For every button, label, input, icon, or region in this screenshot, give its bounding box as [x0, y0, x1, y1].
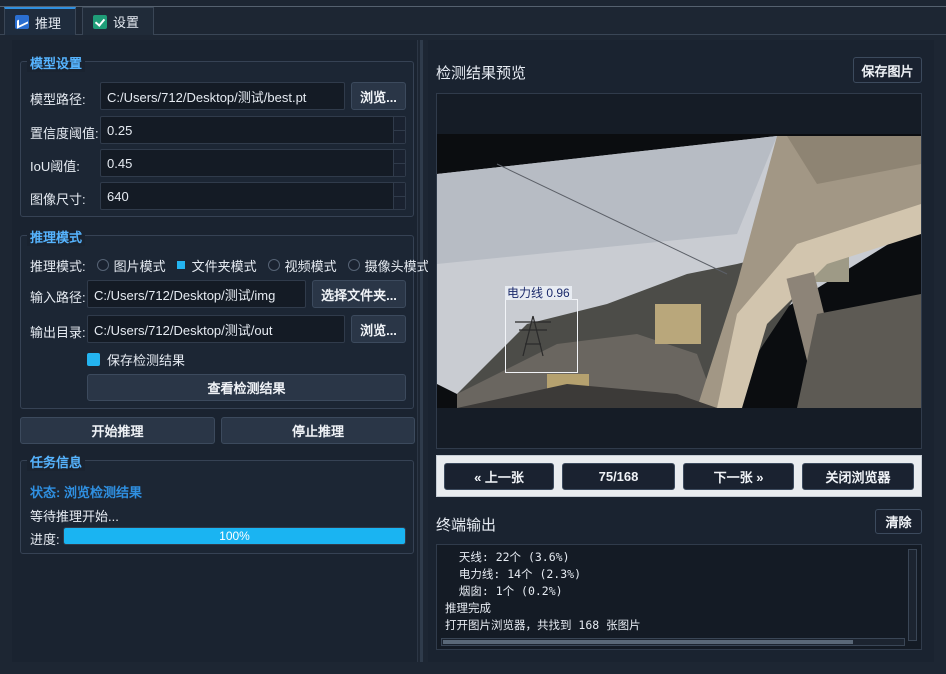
- preview-image: [437, 134, 921, 408]
- save-results-checkbox[interactable]: [87, 352, 100, 366]
- model-browse-button[interactable]: 浏览...: [351, 82, 406, 110]
- imgsz-label: 图像尺寸:: [30, 192, 86, 207]
- clear-terminal-button[interactable]: 清除: [875, 509, 922, 534]
- radio-camera-mode-label[interactable]: 摄像头模式: [365, 256, 430, 275]
- detection-label: 电力线 0.96: [505, 286, 572, 300]
- terminal-vertical-scrollbar[interactable]: [908, 549, 917, 641]
- checkbox-icon: [93, 14, 107, 29]
- radio-folder-mode[interactable]: [176, 261, 185, 269]
- imgsz-spin-arrows[interactable]: [393, 183, 406, 209]
- conf-label: 置信度阈值:: [30, 126, 99, 141]
- output-dir-field[interactable]: C:/Users/712/Desktop/测试/out: [87, 315, 345, 343]
- detection-box: [505, 299, 578, 373]
- task-info-title: 任务信息: [27, 452, 86, 471]
- status-text: 状态: 浏览检测结果: [30, 485, 142, 500]
- next-image-button[interactable]: 下一张 »: [683, 463, 794, 490]
- input-path-value: C:/Users/712/Desktop/测试/img: [94, 287, 276, 303]
- terminal-horizontal-scrollbar[interactable]: [441, 638, 905, 646]
- progress-label: 进度:: [30, 532, 60, 547]
- iou-value: 0.45: [107, 155, 133, 171]
- output-dir-value: C:/Users/712/Desktop/测试/out: [94, 322, 273, 338]
- save-results-label[interactable]: 保存检测结果: [107, 350, 185, 369]
- radio-camera-mode[interactable]: [347, 259, 360, 271]
- stop-inference-button[interactable]: 停止推理: [221, 417, 415, 444]
- conf-value: 0.25: [107, 122, 133, 138]
- terminal-line: 天线: 22个 (3.6%): [445, 550, 570, 564]
- image-counter: 75/168: [562, 463, 675, 490]
- model-settings-title: 模型设置: [27, 53, 86, 72]
- terminal-title: 终端输出: [436, 517, 497, 534]
- view-results-button[interactable]: 查看检测结果: [87, 374, 406, 401]
- detection-preview: 电力线 0.96: [436, 93, 922, 449]
- scrollbar-thumb[interactable]: [443, 640, 853, 644]
- tab-bar: 推理 设置: [0, 0, 946, 35]
- tab-inference-label: 推理: [35, 15, 62, 31]
- radio-video-mode-label[interactable]: 视频模式: [285, 256, 337, 275]
- input-path-label: 输入路径:: [30, 290, 86, 305]
- iou-spin-arrows[interactable]: [393, 150, 406, 176]
- input-path-field[interactable]: C:/Users/712/Desktop/测试/img: [87, 280, 306, 308]
- preview-title: 检测结果预览: [436, 65, 527, 82]
- iou-spinbox[interactable]: 0.45: [100, 149, 406, 177]
- terminal-line: 打开图片浏览器，共找到 168 张图片: [445, 618, 641, 632]
- model-path-input[interactable]: C:/Users/712/Desktop/测试/best.pt: [100, 82, 345, 110]
- model-path-label: 模型路径:: [30, 92, 86, 107]
- mode-radio-row: 推理模式: 图片模式 文件夹模式 视频模式 摄像头模式: [30, 256, 430, 275]
- tab-settings[interactable]: 设置: [82, 7, 154, 35]
- iou-label: IoU阈值:: [30, 159, 80, 174]
- save-image-button[interactable]: 保存图片: [853, 57, 922, 83]
- radio-image-mode-label[interactable]: 图片模式: [114, 256, 166, 275]
- output-browse-button[interactable]: 浏览...: [351, 315, 406, 343]
- conf-spin-arrows[interactable]: [393, 117, 406, 143]
- splitter-handle[interactable]: [420, 40, 423, 662]
- terminal-line: 烟囱: 1个 (0.2%): [445, 584, 563, 598]
- terminal-output[interactable]: 天线: 22个 (3.6%) 电力线: 14个 (2.3%) 烟囱: 1个 (0…: [436, 544, 922, 650]
- progress-bar: 100%: [63, 527, 406, 545]
- radio-video-mode[interactable]: [267, 259, 280, 271]
- radio-folder-mode-label[interactable]: 文件夹模式: [192, 256, 257, 275]
- imgsz-spinbox[interactable]: 640: [100, 182, 406, 210]
- output-dir-label: 输出目录:: [30, 325, 86, 340]
- radio-image-mode[interactable]: [96, 259, 109, 271]
- tab-settings-label: 设置: [113, 15, 140, 30]
- start-inference-button[interactable]: 开始推理: [20, 417, 215, 444]
- terminal-line: 推理完成: [445, 601, 491, 615]
- mode-label: 推理模式:: [30, 258, 86, 274]
- save-results-row: 保存检测结果: [87, 350, 185, 369]
- select-folder-button[interactable]: 选择文件夹...: [312, 280, 406, 308]
- progress-text: 100%: [219, 529, 250, 543]
- terminal-line: 电力线: 14个 (2.3%): [445, 567, 582, 581]
- close-browser-button[interactable]: 关闭浏览器: [802, 463, 914, 490]
- model-path-value: C:/Users/712/Desktop/测试/best.pt: [107, 89, 307, 105]
- imgsz-value: 640: [107, 188, 129, 204]
- infer-mode-title: 推理模式: [27, 227, 86, 246]
- chart-icon: [15, 15, 29, 29]
- prev-image-button[interactable]: « 上一张: [444, 463, 554, 490]
- tab-inference[interactable]: 推理: [4, 7, 76, 35]
- conf-spinbox[interactable]: 0.25: [100, 116, 406, 144]
- status-message: 等待推理开始...: [30, 509, 119, 524]
